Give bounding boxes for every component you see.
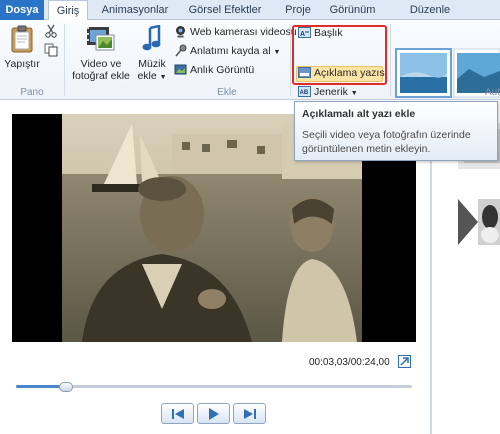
next-frame-button[interactable] — [233, 403, 266, 424]
snapshot-icon — [174, 64, 187, 75]
tab-edit[interactable]: Düzenle — [390, 0, 470, 20]
film-photo-icon — [87, 27, 115, 51]
previous-frame-button[interactable] — [161, 403, 194, 424]
ribbon: Yapıştır Pano Video ve fotoğraf ekle Müz… — [0, 20, 500, 100]
tab-visual-effects[interactable]: Görsel Efektler — [180, 0, 270, 20]
paste-button[interactable]: Yapıştır — [3, 25, 41, 70]
chevron-down-icon: ▼ — [273, 49, 281, 56]
clipboard-icon — [11, 25, 33, 53]
tooltip-title: Açıklamalı alt yazı ekle — [302, 108, 416, 120]
play-icon — [209, 408, 219, 420]
add-music-label-1: Müzik — [138, 58, 166, 70]
credits-button[interactable]: AB Jenerik ▼ — [298, 84, 358, 101]
chevron-down-icon: ▼ — [159, 74, 167, 81]
previous-frame-icon — [172, 409, 184, 419]
add-music-label-2: ekle ▼ — [137, 70, 167, 82]
storyboard-clip-thumbnail[interactable] — [458, 199, 500, 245]
tab-project[interactable]: Proje — [278, 0, 318, 20]
add-video-photo-button[interactable]: Video ve fotoğraf ekle — [68, 25, 134, 82]
tab-file[interactable]: Dosya — [0, 0, 44, 20]
seek-slider-track[interactable] — [16, 385, 412, 388]
record-narration-button[interactable]: Anlatımı kayda al ▼ — [174, 43, 280, 60]
text-group-highlight-box — [292, 25, 387, 85]
add-video-photo-label-1: Video ve — [80, 58, 122, 70]
credits-icon: AB — [298, 86, 311, 97]
microphone-icon — [175, 44, 187, 57]
music-note-icon — [142, 24, 161, 51]
clipboard-group-label: Pano — [20, 87, 44, 98]
seek-slider-thumb[interactable] — [58, 382, 73, 392]
caption-tooltip: Açıklamalı alt yazı ekle Seçili video ve… — [294, 101, 498, 161]
tooltip-body: Seçili video veya fotoğrafın üzerinde gö… — [302, 129, 471, 155]
add-music-button[interactable]: Müzik ekle ▼ — [136, 24, 168, 84]
copy-icon[interactable] — [44, 43, 58, 57]
ribbon-tabbar: Dosya Giriş Animasyonlar Görsel Efektler… — [0, 0, 500, 21]
automovie-group-label-partial: Aut — [484, 87, 500, 98]
snapshot-button[interactable]: Anlık Görüntü — [174, 62, 254, 79]
webcam-icon — [176, 26, 185, 38]
playback-timecode: 00:03,03/00:24,00 — [309, 357, 390, 368]
group-separator — [64, 24, 65, 96]
tab-view[interactable]: Görünüm — [325, 0, 380, 20]
fullscreen-expand-icon[interactable] — [398, 355, 411, 368]
tab-home[interactable]: Giriş — [48, 0, 88, 21]
webcam-video-button[interactable]: Web kamerası videosu — [174, 24, 297, 41]
add-video-photo-label-2: fotoğraf ekle — [72, 70, 130, 82]
play-button[interactable] — [197, 403, 230, 424]
svg-text:AB: AB — [300, 90, 309, 96]
tab-animations[interactable]: Animasyonlar — [95, 0, 175, 20]
chevron-down-icon: ▼ — [350, 90, 358, 97]
next-frame-icon — [244, 409, 256, 419]
scissors-icon[interactable] — [44, 24, 58, 38]
paste-label: Yapıştır — [4, 58, 40, 70]
group-separator — [390, 24, 391, 96]
group-separator — [290, 24, 291, 96]
